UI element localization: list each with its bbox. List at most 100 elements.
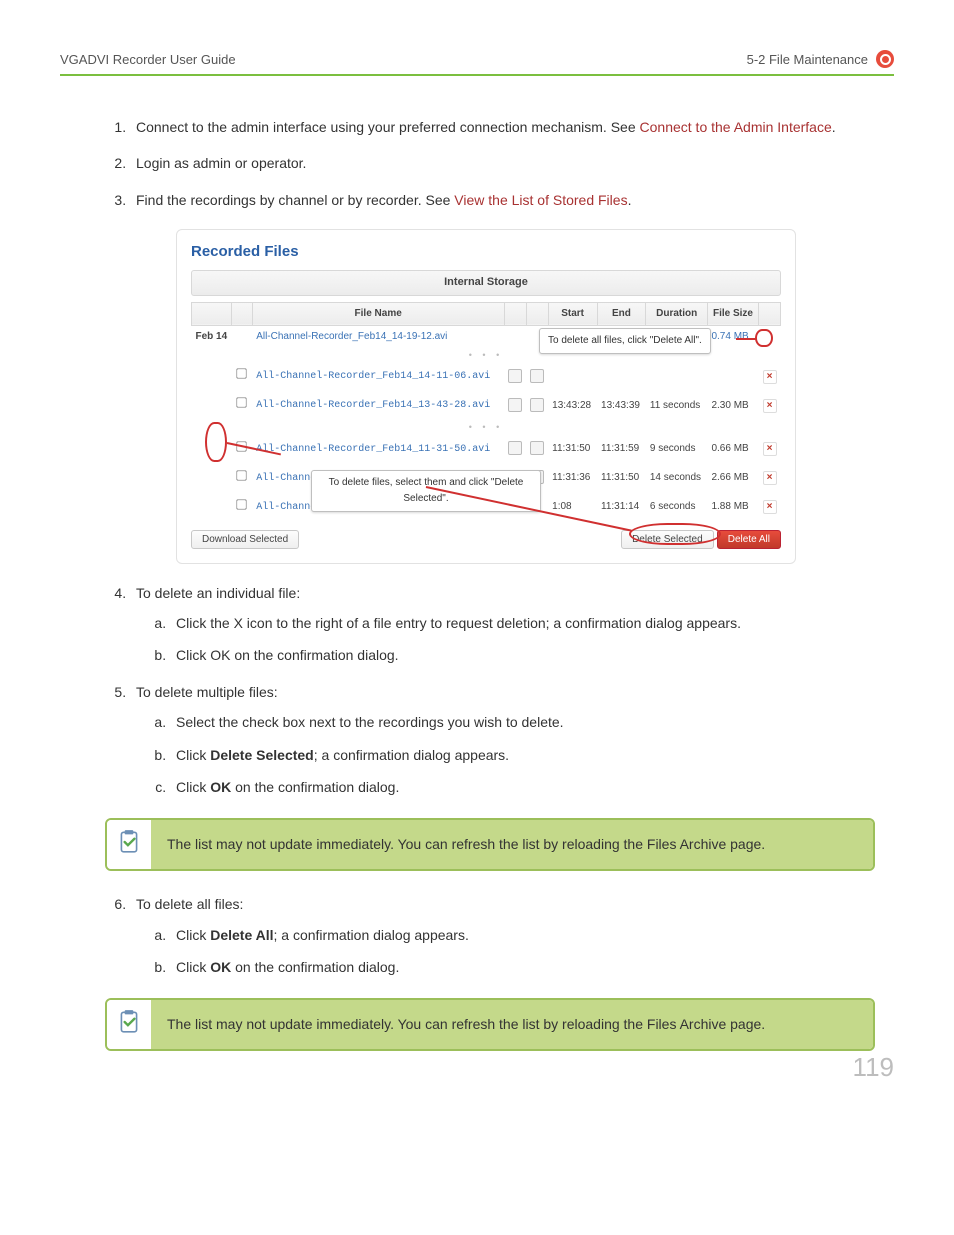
step-3-post: . bbox=[628, 192, 632, 208]
file-name[interactable]: All-Channel-Recorder_Feb14_14-11-06.avi bbox=[256, 371, 490, 382]
cell-dur: 9 seconds bbox=[646, 435, 708, 464]
header-right: 5-2 File Maintenance bbox=[747, 52, 868, 67]
step-1-post: . bbox=[832, 119, 836, 135]
link-view-list[interactable]: View the List of Stored Files bbox=[454, 192, 627, 208]
step-6: To delete all files: Click Delete All; a… bbox=[130, 893, 894, 978]
col-start: Start bbox=[548, 302, 597, 325]
step-1: Connect to the admin interface using you… bbox=[130, 116, 894, 138]
edit-icon[interactable] bbox=[508, 441, 522, 455]
cell-size: 2.30 MB bbox=[707, 391, 758, 420]
step-list: Connect to the admin interface using you… bbox=[60, 116, 894, 798]
download-icon[interactable] bbox=[530, 398, 544, 412]
step-6a: Click Delete All; a confirmation dialog … bbox=[170, 924, 894, 946]
edit-icon[interactable] bbox=[508, 398, 522, 412]
cell-size: 1.88 MB bbox=[707, 493, 758, 522]
step-5b: Click Delete Selected; a confirmation di… bbox=[170, 744, 894, 766]
cell-dur: 11 seconds bbox=[646, 391, 708, 420]
file-name[interactable]: All-Channel-Recorder_Feb14_11-31-50.avi bbox=[256, 444, 490, 455]
page-number: 119 bbox=[853, 1052, 894, 1083]
callout-delete-selected: To delete files, select them and click "… bbox=[311, 470, 541, 512]
note-text: The list may not update immediately. You… bbox=[151, 820, 873, 869]
cell-end: 13:43:39 bbox=[597, 391, 646, 420]
step-5c: Click OK on the confirmation dialog. bbox=[170, 776, 894, 798]
col-end: End bbox=[597, 302, 646, 325]
download-icon[interactable] bbox=[530, 441, 544, 455]
cell-start: 11:31:36 bbox=[548, 464, 597, 493]
download-selected-button[interactable]: Download Selected bbox=[191, 530, 299, 549]
step-4-text: To delete an individual file: bbox=[136, 585, 300, 601]
storage-header: Internal Storage bbox=[191, 270, 781, 296]
step-5c-post: on the confirmation dialog. bbox=[231, 779, 399, 795]
table-row: All-Channel-Recorder_Feb14_11-31-50.avi … bbox=[192, 435, 781, 464]
delete-row-icon[interactable]: × bbox=[763, 471, 777, 485]
shot-title: Recorded Files bbox=[191, 240, 781, 264]
step-4a: Click the X icon to the right of a file … bbox=[170, 612, 894, 634]
col-size: File Size bbox=[707, 302, 758, 325]
cell-start: 11:31:50 bbox=[548, 435, 597, 464]
step-4: To delete an individual file: Click the … bbox=[130, 582, 894, 667]
cell-start: 13:43:28 bbox=[548, 391, 597, 420]
step-5a: Select the check box next to the recordi… bbox=[170, 711, 894, 733]
row-checkbox[interactable] bbox=[236, 397, 246, 407]
cell-end: 11:31:59 bbox=[597, 435, 646, 464]
cell-size: 0.74 MB bbox=[707, 325, 758, 348]
brand-dot-icon bbox=[876, 50, 894, 68]
table-row: All-Channel-Recorder_Feb14_13-43-28.avi … bbox=[192, 391, 781, 420]
step-5-text: To delete multiple files: bbox=[136, 684, 278, 700]
step-3: Find the recordings by channel or by rec… bbox=[130, 189, 894, 564]
note-box: The list may not update immediately. You… bbox=[105, 998, 875, 1051]
file-name[interactable]: All-Channel-Recorder_Feb14_13-43-28.avi bbox=[256, 400, 490, 411]
step-6b-pre: Click bbox=[176, 959, 210, 975]
row-checkbox[interactable] bbox=[236, 368, 246, 378]
row-separator: • • • bbox=[192, 420, 781, 434]
step-4b: Click OK on the confirmation dialog. bbox=[170, 644, 894, 666]
delete-row-icon[interactable]: × bbox=[763, 442, 777, 456]
delete-row-icon[interactable]: × bbox=[763, 370, 777, 384]
row-checkbox[interactable] bbox=[236, 470, 246, 480]
step-6a-post: ; a confirmation dialog appears. bbox=[274, 927, 469, 943]
row-checkbox[interactable] bbox=[236, 441, 246, 451]
step-3-text: Find the recordings by channel or by rec… bbox=[136, 192, 454, 208]
header-left: VGADVI Recorder User Guide bbox=[60, 52, 236, 67]
step-5b-pre: Click bbox=[176, 747, 210, 763]
link-connect-admin[interactable]: Connect to the Admin Interface bbox=[640, 119, 832, 135]
cell-dur: 14 seconds bbox=[646, 464, 708, 493]
step-list-2: To delete all files: Click Delete All; a… bbox=[60, 893, 894, 978]
step-5b-post: ; a confirmation dialog appears. bbox=[314, 747, 509, 763]
step-6b-post: on the confirmation dialog. bbox=[231, 959, 399, 975]
clipboard-check-icon bbox=[116, 828, 142, 856]
download-icon[interactable] bbox=[530, 369, 544, 383]
cell-size: 0.66 MB bbox=[707, 435, 758, 464]
file-name[interactable]: All-Channel-Recorder_Feb14_14-19-12.avi bbox=[252, 325, 504, 348]
row-checkbox[interactable] bbox=[236, 499, 246, 509]
step-5c-pre: Click bbox=[176, 779, 210, 795]
delete-all-button[interactable]: Delete All bbox=[717, 530, 781, 549]
delete-row-icon[interactable]: × bbox=[763, 399, 777, 413]
step-6b: Click OK on the confirmation dialog. bbox=[170, 956, 894, 978]
step-6b-bold: OK bbox=[210, 959, 231, 975]
table-row: All-Channel-Recorder_Feb14_14-11-06.avi … bbox=[192, 362, 781, 391]
note-text: The list may not update immediately. You… bbox=[151, 1000, 873, 1049]
step-6a-bold: Delete All bbox=[210, 927, 273, 943]
step-5b-bold: Delete Selected bbox=[210, 747, 314, 763]
col-duration: Duration bbox=[646, 302, 708, 325]
cell-start: 1:08 bbox=[548, 493, 597, 522]
cell-end: 11:31:50 bbox=[597, 464, 646, 493]
clipboard-check-icon bbox=[116, 1008, 142, 1036]
delete-row-icon[interactable]: × bbox=[763, 500, 777, 514]
col-file: File Name bbox=[252, 302, 504, 325]
step-2: Login as admin or operator. bbox=[130, 152, 894, 174]
step-5c-bold: OK bbox=[210, 779, 231, 795]
note-box: The list may not update immediately. You… bbox=[105, 818, 875, 871]
edit-icon[interactable] bbox=[508, 369, 522, 383]
step-6-text: To delete all files: bbox=[136, 896, 243, 912]
cell-end: 11:31:14 bbox=[597, 493, 646, 522]
page-header: VGADVI Recorder User Guide 5-2 File Main… bbox=[60, 50, 894, 76]
cell-dur: 6 seconds bbox=[646, 493, 708, 522]
step-5: To delete multiple files: Select the che… bbox=[130, 681, 894, 799]
screenshot-recorded-files: Recorded Files Internal Storage File Nam… bbox=[176, 229, 796, 563]
step-1-text: Connect to the admin interface using you… bbox=[136, 119, 640, 135]
date-label: Feb 14 bbox=[192, 325, 232, 348]
delete-selected-button[interactable]: Delete Selected bbox=[621, 530, 714, 549]
cell-size: 2.66 MB bbox=[707, 464, 758, 493]
